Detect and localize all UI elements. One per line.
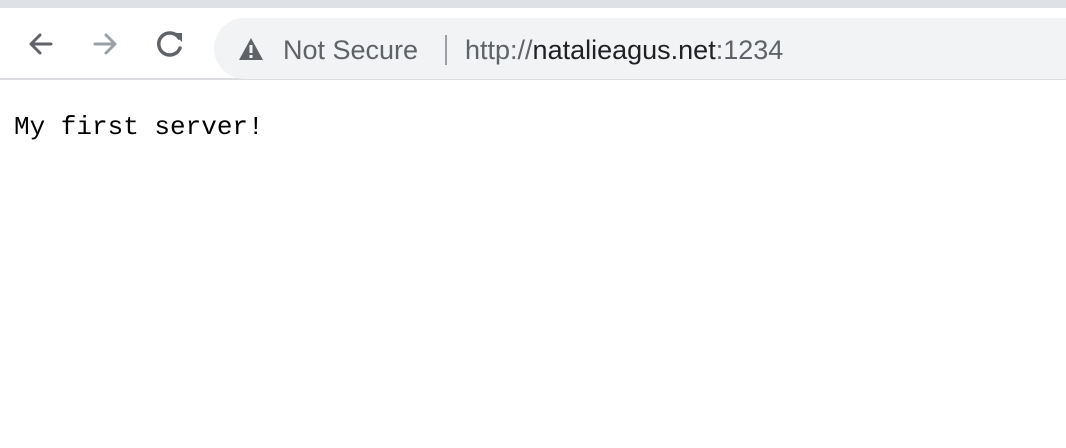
arrow-left-icon: [29, 33, 53, 55]
reload-button[interactable]: [150, 24, 190, 64]
url-host: natalieagus.net: [532, 35, 716, 65]
browser-toolbar: Not Secure http://natalieagus.net:1234: [0, 8, 1066, 80]
url-text[interactable]: http://natalieagus.net:1234: [465, 35, 783, 65]
url-port: :1234: [715, 35, 784, 65]
browser-window: Not Secure http://natalieagus.net:1234 M…: [0, 0, 1066, 448]
server-response-text: My first server!: [14, 112, 264, 142]
back-button[interactable]: [21, 24, 61, 64]
address-bar[interactable]: Not Secure http://natalieagus.net:1234: [214, 18, 1066, 79]
address-divider: [445, 35, 447, 65]
url-scheme: http://: [465, 35, 533, 65]
tab-strip: [0, 0, 1066, 8]
security-status-label[interactable]: Not Secure: [283, 35, 418, 65]
reload-icon: [157, 31, 182, 57]
warning-triangle-icon[interactable]: [238, 36, 264, 62]
web-page-content: My first server!: [0, 82, 1066, 448]
arrow-right-icon: [93, 33, 117, 55]
forward-button[interactable]: [85, 24, 125, 64]
